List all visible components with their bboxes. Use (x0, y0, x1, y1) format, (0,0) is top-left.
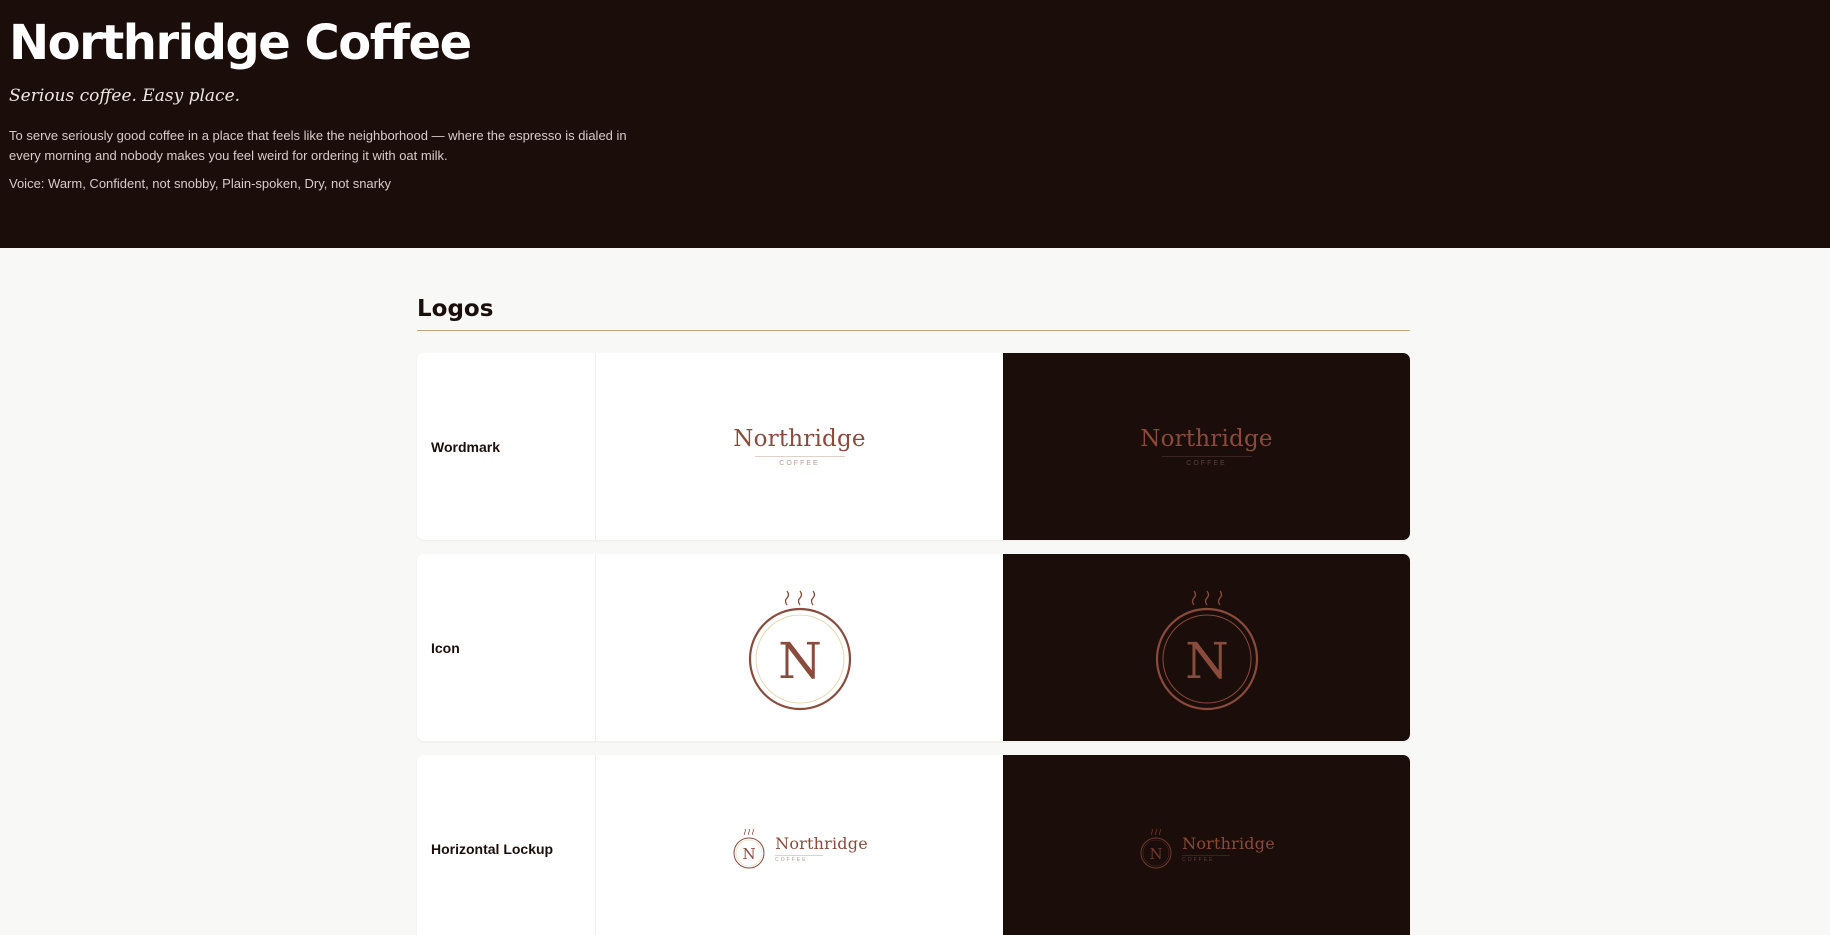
horizontal-lockup-logo: N Northridge COFFEE (1138, 828, 1275, 870)
wordmark-name: Northridge (1140, 426, 1273, 452)
logo-preview-dark: N (1003, 554, 1410, 741)
monogram-letter: N (1185, 632, 1229, 690)
wordmark-subtitle: COFFEE (1186, 460, 1227, 467)
horizontal-lockup-logo: N Northridge COFFEE (731, 828, 868, 870)
wordmark-name: Northridge (775, 834, 868, 853)
logo-card-horizontal-lockup: Horizontal Lockup N Northridge COFFEE N … (417, 755, 1410, 935)
section-title: Logos (417, 296, 1410, 331)
logo-card-label: Icon (417, 554, 596, 741)
steam-icon (1191, 590, 1222, 605)
steam-icon (784, 590, 815, 605)
wordmark-logo: Northridge COFFEE (733, 426, 865, 467)
wordmark-subtitle: COFFEE (779, 460, 820, 467)
logo-preview-dark: N Northridge COFFEE (1003, 755, 1410, 935)
steam-icon (744, 828, 754, 835)
monogram-letter: N (743, 845, 756, 863)
logos-section: Logos Wordmark Northridge COFFEE Northri… (417, 296, 1410, 935)
steam-icon (1151, 828, 1161, 835)
brand-voice: Voice: Warm, Confident, not snobby, Plai… (9, 176, 391, 191)
circle-n-monogram-icon: N (748, 590, 851, 710)
logo-preview-light: Northridge COFFEE (596, 353, 1003, 540)
circle-n-monogram-icon: N (733, 828, 765, 868)
circle-n-monogram-icon: N (1155, 590, 1258, 710)
logo-card-icon: Icon N N (417, 554, 1410, 741)
wordmark-divider (1182, 855, 1231, 856)
wordmark-subtitle: COFFEE (1182, 857, 1215, 863)
brand-header: Northridge Coffee Serious coffee. Easy p… (0, 0, 1830, 248)
wordmark-logo: Northridge COFFEE (775, 834, 868, 863)
circle-n-monogram-icon: N (1140, 828, 1172, 868)
monogram-letter: N (778, 632, 822, 690)
wordmark-name: Northridge (1182, 834, 1275, 853)
wordmark-logo: Northridge COFFEE (1182, 834, 1275, 863)
wordmark-name: Northridge (733, 426, 866, 452)
logo-card-label: Wordmark (417, 353, 596, 540)
logo-preview-light: N Northridge COFFEE (596, 755, 1003, 935)
logo-card-label: Horizontal Lockup (417, 755, 596, 935)
wordmark-divider (754, 456, 845, 457)
brand-tagline: Serious coffee. Easy place. (9, 86, 241, 106)
monogram-letter: N (1150, 845, 1163, 863)
wordmark-subtitle: COFFEE (775, 857, 808, 863)
wordmark-logo: Northridge COFFEE (1140, 426, 1272, 467)
brand-name: Northridge Coffee (9, 15, 472, 71)
wordmark-divider (1161, 456, 1252, 457)
logo-card-wordmark: Wordmark Northridge COFFEE Northridge CO… (417, 353, 1410, 540)
brand-mission: To serve seriously good coffee in a plac… (9, 128, 627, 163)
logo-preview-dark: Northridge COFFEE (1003, 353, 1410, 540)
logo-preview-light: N (596, 554, 1003, 741)
wordmark-divider (775, 855, 824, 856)
